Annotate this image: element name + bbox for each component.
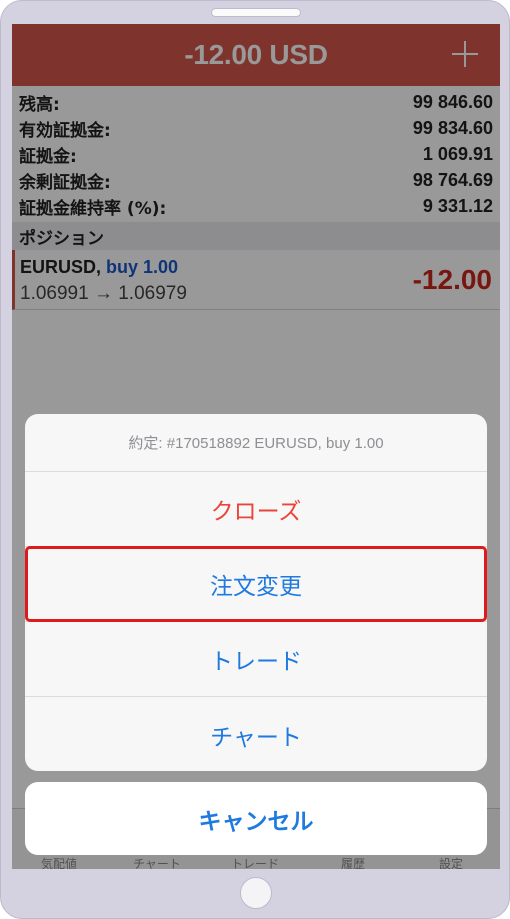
cancel-button[interactable]: キャンセル: [25, 782, 487, 855]
phone-frame: -12.00 USD 残高: 99 846.60 有効証拠金: 99 834.6…: [0, 0, 510, 919]
trade-button[interactable]: トレード: [25, 622, 487, 697]
home-button[interactable]: [240, 877, 272, 909]
action-sheet: 約定: #170518892 EURUSD, buy 1.00 クローズ 注文変…: [25, 414, 487, 771]
chart-button[interactable]: チャート: [25, 697, 487, 771]
speaker-grille: [211, 8, 301, 17]
modify-order-button[interactable]: 注文変更: [25, 547, 487, 622]
close-position-button[interactable]: クローズ: [25, 472, 487, 547]
action-sheet-title: 約定: #170518892 EURUSD, buy 1.00: [25, 414, 487, 472]
